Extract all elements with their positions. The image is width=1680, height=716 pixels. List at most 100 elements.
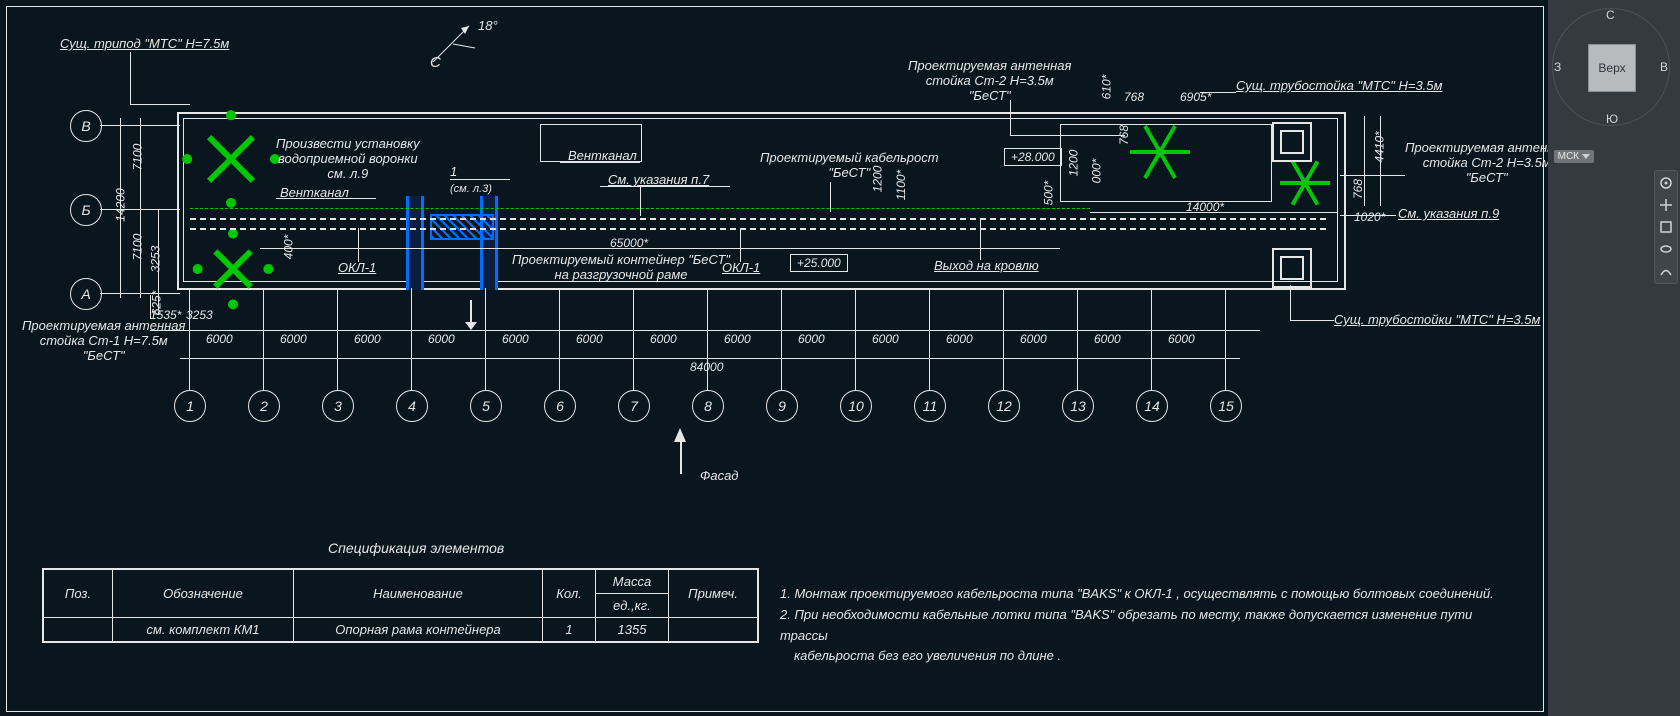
label-line: Проектируемый кабельрост bbox=[760, 150, 939, 165]
leader bbox=[980, 220, 981, 260]
axis-letter: Б bbox=[70, 194, 102, 226]
frac-den: (см. л.3) bbox=[450, 183, 492, 195]
drawing-canvas[interactable]: 18° С Сущ. трипод "МТС" H=7.5м Проектиру… bbox=[0, 0, 1548, 716]
dim-768: 768 bbox=[1124, 90, 1144, 104]
dim-span: 6000 bbox=[502, 332, 529, 346]
td-kol: 1 bbox=[543, 618, 596, 643]
axis-number: 12 bbox=[988, 390, 1020, 422]
compass-letter: С bbox=[430, 54, 441, 71]
dim-span: 6000 bbox=[650, 332, 677, 346]
leader bbox=[640, 186, 641, 216]
label-cablerost: Проектируемый кабельрост "БеСТ" bbox=[760, 150, 939, 180]
note-2a: 2. При необходимости кабельные лотки тип… bbox=[780, 605, 1500, 647]
viewcube-top-face[interactable]: Верх bbox=[1588, 44, 1636, 92]
viewcube-west[interactable]: З bbox=[1554, 60, 1561, 74]
dim-text: 7100 bbox=[130, 144, 144, 171]
orbit-icon[interactable] bbox=[1658, 241, 1674, 257]
level-25: +25.000 bbox=[790, 254, 848, 272]
dim-span: 6000 bbox=[798, 332, 825, 346]
dim-line bbox=[260, 248, 1060, 249]
pan-icon[interactable] bbox=[1658, 197, 1674, 213]
note-2b: кабельроста без его увеличения по длине … bbox=[780, 646, 1500, 667]
label-okl1: ОКЛ-1 bbox=[338, 260, 376, 275]
dim-span: 6000 bbox=[1020, 332, 1047, 346]
dim-span: 6000 bbox=[1168, 332, 1195, 346]
label-line: Проектируемый контейнер "БеСТ" bbox=[512, 252, 730, 267]
label-pipe-mts: Сущ. трубостойка "МТС" H=3.5м bbox=[1236, 78, 1442, 93]
dim-1535: 1535* bbox=[150, 308, 181, 322]
grid-tick bbox=[1225, 288, 1226, 390]
dim-text: 14200 bbox=[114, 188, 128, 221]
dim-1200b: 1200 bbox=[1066, 150, 1080, 177]
ucs-dropdown[interactable]: МСК bbox=[1554, 150, 1594, 163]
table-header-row: Поз. Обозначение Наименование Кол. Масса… bbox=[43, 569, 758, 594]
leader bbox=[740, 228, 741, 262]
dim-span: 6000 bbox=[576, 332, 603, 346]
zoom-extents-icon[interactable] bbox=[1658, 219, 1674, 235]
label-line: "БеСТ" bbox=[1466, 170, 1508, 185]
dim-1200: 1200 bbox=[870, 166, 884, 193]
dim-000: 000* bbox=[1089, 159, 1103, 184]
show-motion-icon[interactable] bbox=[1658, 263, 1674, 279]
grid-tick bbox=[189, 288, 190, 390]
grid-tick bbox=[781, 288, 782, 390]
spec-table: Поз. Обозначение Наименование Кол. Масса… bbox=[42, 568, 759, 643]
label-line: водоприемной воронки bbox=[278, 151, 418, 166]
leader bbox=[560, 162, 640, 163]
pipe-stand bbox=[1272, 122, 1312, 162]
leader bbox=[276, 198, 376, 199]
label-tripod: Сущ. трипод "МТС" H=7.5м bbox=[60, 36, 229, 51]
chevron-down-icon bbox=[1582, 154, 1590, 159]
axis-number: 2 bbox=[248, 390, 280, 422]
th-oboz: Обозначение bbox=[113, 569, 294, 618]
label-p7: См. указания п.7 bbox=[608, 172, 709, 187]
leader bbox=[130, 104, 190, 105]
antenna-cluster bbox=[1280, 158, 1330, 208]
td-massa: 1355 bbox=[596, 618, 669, 643]
label-container: Проектируемый контейнер "БеСТ" на разгру… bbox=[512, 252, 730, 282]
dim-chain bbox=[180, 358, 1240, 359]
label-line: см. л.9 bbox=[327, 166, 368, 181]
grid-tick bbox=[929, 288, 930, 390]
grid-tick bbox=[411, 288, 412, 390]
steering-wheel-icon[interactable] bbox=[1658, 175, 1674, 191]
viewcube[interactable]: Верх С Ю З В bbox=[1552, 8, 1670, 126]
section-mark bbox=[462, 300, 480, 330]
td-prim bbox=[669, 618, 759, 643]
axis-number: 11 bbox=[914, 390, 946, 422]
leader bbox=[1290, 285, 1291, 320]
th-kol: Кол. bbox=[543, 569, 596, 618]
grid-tick bbox=[855, 288, 856, 390]
axis-number: 7 bbox=[618, 390, 650, 422]
dim-610: 610* bbox=[1099, 75, 1113, 100]
label-fasad: Фасад bbox=[700, 468, 738, 483]
th-massa-top: Масса bbox=[596, 569, 669, 594]
notes-block: 1. Монтаж проектируемого кабельроста тип… bbox=[780, 584, 1500, 667]
grid-tick bbox=[263, 288, 264, 390]
label-line: стойка Ст-1 H=7.5м bbox=[40, 333, 168, 348]
dim-768c: 768 bbox=[1351, 179, 1365, 199]
table-row: см. комплект КМ1 Опорная рама контейнера… bbox=[43, 618, 758, 643]
axis-number: 8 bbox=[692, 390, 724, 422]
ucs-label: МСК bbox=[1558, 151, 1579, 162]
label-line: Проектируемая антенная bbox=[1405, 140, 1568, 155]
viewcube-east[interactable]: В bbox=[1660, 60, 1668, 74]
viewcube-south[interactable]: Ю bbox=[1606, 112, 1618, 126]
viewcube-north[interactable]: С bbox=[1606, 8, 1615, 22]
label-line: стойка Ст-2 H=3.5м bbox=[926, 73, 1054, 88]
pipe-stand bbox=[1272, 248, 1312, 288]
grid-tick bbox=[633, 288, 634, 390]
dim-3253: 3253 bbox=[186, 308, 213, 322]
label-line: Произвести установку bbox=[276, 136, 420, 151]
label-line: Проектируемая антенная bbox=[908, 58, 1071, 73]
blue-column bbox=[480, 196, 498, 290]
dim-400: 400* bbox=[281, 235, 295, 260]
label-line: стойка Ст-2 H=3.5м bbox=[1423, 155, 1551, 170]
label-roof-exit: Выход на кровлю bbox=[934, 258, 1039, 273]
th-massa-bot: ед.,кг. bbox=[596, 594, 669, 618]
grid-tick bbox=[485, 288, 486, 390]
axis-number: 10 bbox=[840, 390, 872, 422]
axis-number: 15 bbox=[1210, 390, 1242, 422]
dim-span: 6000 bbox=[354, 332, 381, 346]
dim-span: 6000 bbox=[280, 332, 307, 346]
